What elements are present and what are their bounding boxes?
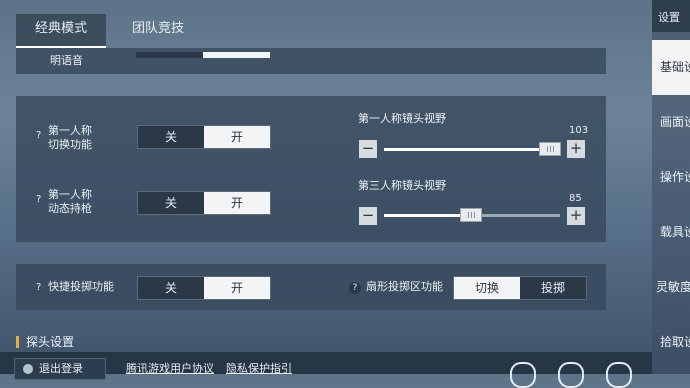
sidebar-item-label: 画面设置 bbox=[660, 115, 690, 129]
fpp-switch-label-line1: 第一人称 bbox=[48, 124, 92, 137]
fpp-switch-on[interactable]: 开 bbox=[204, 126, 270, 148]
logout-button[interactable]: 退出登录 bbox=[14, 358, 106, 380]
voice-toggle-partial[interactable] bbox=[136, 52, 270, 58]
quick-throw-toggle[interactable]: 关 开 bbox=[137, 276, 271, 300]
fov-first-title: 第一人称镜头视野 bbox=[358, 112, 446, 125]
fov-first-minus-button[interactable]: − bbox=[359, 140, 377, 158]
sidebar-item-label: 灵敏度设置 bbox=[656, 280, 690, 294]
knob-grip bbox=[474, 212, 475, 218]
knob-grip bbox=[547, 146, 548, 152]
camera-icon[interactable] bbox=[558, 362, 584, 388]
voice-label: 明语音 bbox=[50, 54, 83, 67]
record-icon[interactable] bbox=[510, 362, 536, 388]
sidebar-item-basic[interactable]: 基础设置 bbox=[652, 40, 690, 95]
fov-first-knob[interactable] bbox=[539, 142, 561, 156]
dynamic-hold-label: 第一人称 动态持枪 bbox=[48, 188, 92, 216]
sidebar-header: 设置 bbox=[652, 0, 690, 32]
fov-third-fill bbox=[384, 214, 470, 217]
fov-first-value: 103 bbox=[569, 125, 589, 136]
logout-label: 退出登录 bbox=[39, 362, 83, 375]
sidebar-item-pickup[interactable]: 拾取设置 bbox=[652, 315, 690, 370]
section-title-probe: 探头设置 bbox=[26, 335, 75, 349]
dynamic-hold-off[interactable]: 关 bbox=[138, 192, 204, 214]
fpp-switch-toggle[interactable]: 关 开 bbox=[137, 125, 271, 149]
knob-grip bbox=[468, 212, 469, 218]
quick-throw-off[interactable]: 关 bbox=[138, 277, 204, 299]
sidebar-item-label: 拾取设置 bbox=[660, 335, 690, 349]
fan-throw-switch-option[interactable]: 切换 bbox=[454, 277, 520, 299]
fov-first-plus-button[interactable]: + bbox=[567, 140, 585, 158]
fan-throw-label: 扇形投掷区功能 bbox=[366, 280, 443, 293]
target-icon[interactable] bbox=[606, 362, 632, 388]
fov-third-plus-button[interactable]: + bbox=[567, 207, 585, 225]
fov-first-fill bbox=[384, 148, 549, 151]
tab-team-deathmatch[interactable]: 团队竞技 bbox=[112, 14, 204, 46]
voice-toggle-on-part bbox=[203, 52, 270, 58]
sidebar-item-graphics[interactable]: 画面设置 bbox=[652, 95, 690, 150]
fpp-switch-label-line2: 切换功能 bbox=[48, 138, 92, 151]
sidebar-item-controls[interactable]: 操作设置 bbox=[652, 150, 690, 205]
fpp-switch-label: 第一人称 切换功能 bbox=[48, 124, 92, 152]
fpp-switch-off[interactable]: 关 bbox=[138, 126, 204, 148]
tab-classic-mode[interactable]: 经典模式 bbox=[16, 14, 106, 48]
fov-third-title: 第三人称镜头视野 bbox=[358, 179, 446, 192]
help-icon[interactable]: ? bbox=[36, 130, 41, 141]
help-icon[interactable]: ? bbox=[36, 194, 41, 205]
dynamic-hold-on[interactable]: 开 bbox=[204, 192, 270, 214]
sidebar-item-label: 载具设置 bbox=[660, 225, 690, 239]
dynamic-hold-label-line2: 动态持枪 bbox=[48, 202, 92, 215]
quick-throw-on[interactable]: 开 bbox=[204, 277, 270, 299]
sidebar-item-sensitivity[interactable]: 灵敏度设置 bbox=[652, 260, 690, 315]
fov-third-value: 85 bbox=[569, 193, 582, 204]
help-icon[interactable]: ? bbox=[349, 282, 361, 294]
voice-panel: 明语音 bbox=[16, 48, 606, 74]
knob-grip bbox=[553, 146, 554, 152]
sidebar-item-label: 基础设置 bbox=[660, 60, 690, 74]
section-marker bbox=[16, 336, 19, 348]
sidebar-item-label: 操作设置 bbox=[660, 170, 690, 184]
fan-throw-toggle[interactable]: 切换 投掷 bbox=[453, 276, 587, 300]
knob-grip bbox=[550, 146, 551, 152]
fov-third-minus-button[interactable]: − bbox=[359, 207, 377, 225]
dynamic-hold-label-line1: 第一人称 bbox=[48, 188, 92, 201]
fov-third-knob[interactable] bbox=[460, 208, 482, 222]
knob-grip bbox=[471, 212, 472, 218]
sidebar-item-vehicle[interactable]: 载具设置 bbox=[652, 205, 690, 260]
logout-icon bbox=[23, 364, 33, 374]
help-icon[interactable]: ? bbox=[36, 282, 41, 293]
dynamic-hold-toggle[interactable]: 关 开 bbox=[137, 191, 271, 215]
sidebar-title: 设置 bbox=[658, 11, 680, 24]
fpp-panel bbox=[16, 96, 606, 242]
quick-throw-label: 快捷投掷功能 bbox=[48, 280, 114, 293]
fan-throw-throw-option[interactable]: 投掷 bbox=[520, 277, 586, 299]
